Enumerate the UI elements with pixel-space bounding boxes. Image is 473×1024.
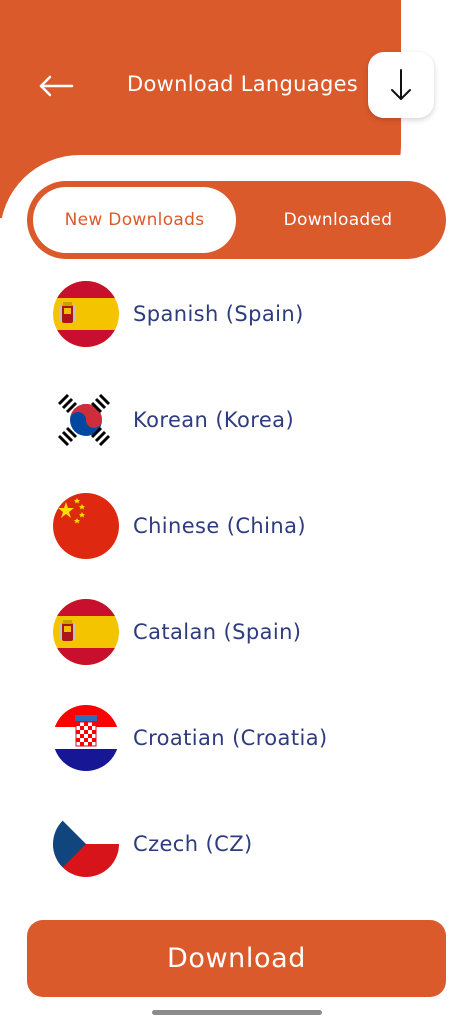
language-item-catalan[interactable]: Catalan (Spain): [53, 599, 453, 665]
arrow-down-icon: [391, 69, 411, 100]
home-indicator: [152, 1010, 322, 1015]
language-label: Korean (Korea): [133, 408, 295, 432]
south-korea-flag-icon: [53, 387, 119, 453]
tab-new-downloads[interactable]: New Downloads: [33, 187, 236, 253]
language-item-chinese[interactable]: Chinese (China): [53, 493, 453, 559]
spain-flag-icon: [53, 281, 119, 347]
download-icon-button[interactable]: [368, 52, 434, 118]
download-button[interactable]: Download: [27, 920, 446, 997]
page-title: Download Languages: [127, 72, 359, 96]
language-label: Chinese (China): [133, 514, 306, 538]
language-item-croatian[interactable]: Croatian (Croatia): [53, 705, 453, 771]
segmented-tabs: New Downloads Downloaded: [27, 181, 446, 259]
china-flag-icon: [53, 493, 119, 559]
back-button[interactable]: [36, 66, 76, 106]
language-label: Czech (CZ): [133, 832, 253, 856]
language-item-korean[interactable]: Korean (Korea): [53, 387, 453, 453]
language-item-czech[interactable]: Czech (CZ): [53, 811, 453, 877]
czech-flag-icon: [53, 811, 119, 877]
language-label: Spanish (Spain): [133, 302, 304, 326]
language-label: Catalan (Spain): [133, 620, 302, 644]
arrow-left-icon: [39, 75, 74, 97]
croatia-flag-icon: [53, 705, 119, 771]
tab-downloaded[interactable]: Downloaded: [236, 187, 440, 253]
spain-flag-icon: [53, 599, 119, 665]
language-item-spanish[interactable]: Spanish (Spain): [53, 281, 453, 347]
language-label: Croatian (Croatia): [133, 726, 328, 750]
